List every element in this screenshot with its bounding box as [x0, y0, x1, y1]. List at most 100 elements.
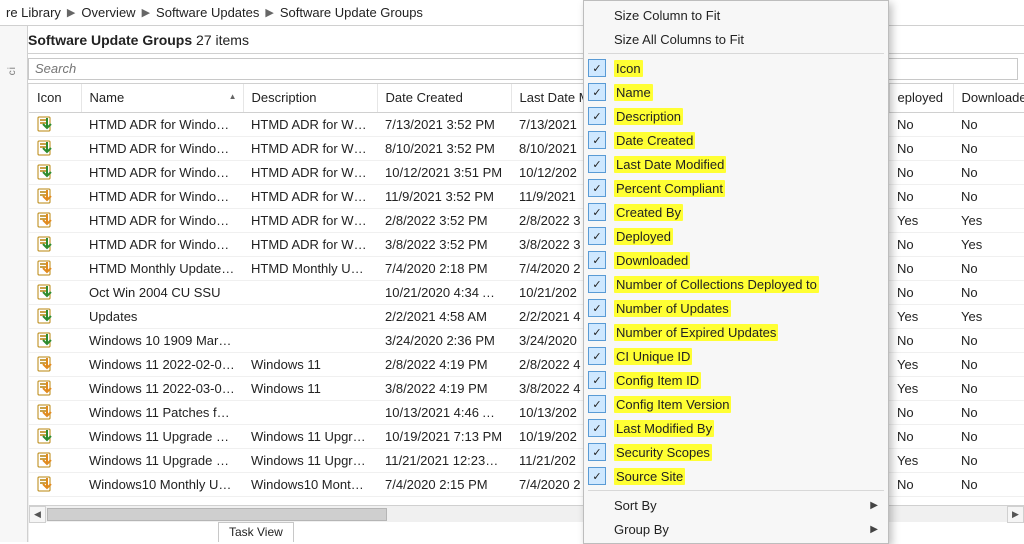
cell-description: HTMD ADR for Wi… [243, 112, 377, 136]
menu-column-toggle[interactable]: ✓Last Modified By [584, 416, 888, 440]
gutter-label: ci [7, 66, 18, 75]
menu-column-toggle[interactable]: ✓Config Item Version [584, 392, 888, 416]
check-icon: ✓ [588, 227, 606, 245]
task-view-tab[interactable]: Task View [218, 522, 294, 542]
chevron-right-icon: ▶ [142, 6, 150, 19]
cell-downloaded: No [953, 328, 1024, 352]
scroll-thumb[interactable] [47, 508, 387, 521]
check-icon: ✓ [588, 323, 606, 341]
cell-description [243, 304, 377, 328]
scroll-right-arrow-icon[interactable]: ▶ [1007, 506, 1024, 523]
cell-name: Windows10 Monthly U… [81, 472, 243, 496]
check-icon: ✓ [588, 251, 606, 269]
cell-downloaded: Yes [953, 208, 1024, 232]
cell-description: HTMD ADR for Wi… [243, 184, 377, 208]
cell-downloaded: No [953, 184, 1024, 208]
menu-column-toggle[interactable]: ✓Created By [584, 200, 888, 224]
column-context-menu: Size Column to Fit Size All Columns to F… [583, 0, 889, 544]
cell-name: Windows 11 2022-03-0… [81, 376, 243, 400]
menu-column-label: Downloaded [614, 252, 690, 269]
menu-column-toggle[interactable]: ✓Number of Updates [584, 296, 888, 320]
col-date-created[interactable]: Date Created [377, 84, 511, 112]
cell-date-created: 7/4/2020 2:15 PM [377, 472, 511, 496]
cell-downloaded: No [953, 256, 1024, 280]
update-group-icon [29, 304, 81, 328]
sort-asc-icon: ▲ [229, 92, 237, 101]
item-count: 27 items [196, 32, 249, 48]
cell-last-date: 7/13/2021 [511, 112, 589, 136]
col-description[interactable]: Description [243, 84, 377, 112]
cell-deployed: No [889, 232, 953, 256]
menu-column-toggle[interactable]: ✓Number of Collections Deployed to [584, 272, 888, 296]
col-deployed[interactable]: eployed [889, 84, 953, 112]
cell-deployed: No [889, 160, 953, 184]
cell-description: HTMD ADR for Wi… [243, 160, 377, 184]
submenu-arrow-icon: ▶ [870, 524, 878, 535]
cell-deployed: No [889, 256, 953, 280]
check-icon: ✓ [588, 443, 606, 461]
menu-column-toggle[interactable]: ✓Source Site [584, 464, 888, 488]
breadcrumb-seg[interactable]: re Library [6, 5, 61, 20]
update-group-icon [29, 112, 81, 136]
menu-group-by[interactable]: Group By ▶ [584, 517, 888, 541]
menu-column-toggle[interactable]: ✓ Downloaded [584, 248, 888, 272]
menu-column-toggle[interactable]: ✓ Deployed [584, 224, 888, 248]
cell-date-created: 2/8/2022 3:52 PM [377, 208, 511, 232]
menu-column-label: Date Created [614, 132, 695, 149]
col-downloaded[interactable]: Downloaded [953, 84, 1024, 112]
cell-last-date: 11/21/202 [511, 448, 589, 472]
menu-column-toggle[interactable]: ✓Name [584, 80, 888, 104]
menu-column-toggle[interactable]: ✓Security Scopes [584, 440, 888, 464]
breadcrumb-seg[interactable]: Software Update Groups [280, 5, 423, 20]
submenu-arrow-icon: ▶ [870, 500, 878, 511]
cell-date-created: 7/13/2021 3:52 PM [377, 112, 511, 136]
col-name[interactable]: Name▲ [81, 84, 243, 112]
scroll-left-arrow-icon[interactable]: ◀ [29, 506, 46, 523]
breadcrumb-seg[interactable]: Software Updates [156, 5, 259, 20]
check-icon: ✓ [588, 59, 606, 77]
menu-column-toggle[interactable]: ✓Number of Expired Updates [584, 320, 888, 344]
menu-column-toggle[interactable]: ✓Description [584, 104, 888, 128]
cell-name: HTMD ADR for Window… [81, 112, 243, 136]
menu-column-toggle[interactable]: ✓Icon [584, 56, 888, 80]
cell-description: Windows 11 Upgr… [243, 424, 377, 448]
update-group-icon [29, 376, 81, 400]
update-group-icon [29, 400, 81, 424]
menu-column-label: Deployed [614, 228, 673, 245]
cell-deployed: Yes [889, 208, 953, 232]
menu-column-label: Number of Collections Deployed to [614, 276, 819, 293]
menu-sort-by[interactable]: Sort By ▶ [584, 493, 888, 517]
cell-last-date: 10/21/202 [511, 280, 589, 304]
cell-deployed: No [889, 112, 953, 136]
cell-deployed: Yes [889, 304, 953, 328]
cell-description [243, 328, 377, 352]
cell-deployed: No [889, 400, 953, 424]
menu-size-all[interactable]: Size All Columns to Fit [584, 27, 888, 51]
menu-column-toggle[interactable]: ✓CI Unique ID [584, 344, 888, 368]
update-group-icon [29, 280, 81, 304]
menu-column-toggle[interactable]: ✓Last Date Modified [584, 152, 888, 176]
menu-column-label: CI Unique ID [614, 348, 692, 365]
cell-downloaded: No [953, 280, 1024, 304]
cell-description: Windows10 Mont… [243, 472, 377, 496]
cell-description: HTMD ADR for Wi… [243, 136, 377, 160]
cell-date-created: 8/10/2021 3:52 PM [377, 136, 511, 160]
cell-last-date: 3/8/2022 3 [511, 232, 589, 256]
menu-column-toggle[interactable]: ✓Date Created [584, 128, 888, 152]
menu-column-toggle[interactable]: ✓Config Item ID [584, 368, 888, 392]
col-icon[interactable]: Icon [29, 84, 81, 112]
cell-downloaded: No [953, 472, 1024, 496]
cell-name: HTMD ADR for Window… [81, 184, 243, 208]
cell-name: Windows 11 Patches for… [81, 400, 243, 424]
cell-date-created: 10/13/2021 4:46 A… [377, 400, 511, 424]
breadcrumb-seg[interactable]: Overview [81, 5, 135, 20]
col-last-date[interactable]: Last Date M [511, 84, 589, 112]
menu-column-toggle[interactable]: ✓Percent Compliant [584, 176, 888, 200]
cell-description: Windows 11 Upgr… [243, 448, 377, 472]
menu-separator [588, 490, 884, 491]
menu-size-column[interactable]: Size Column to Fit [584, 3, 888, 27]
cell-date-created: 7/4/2020 2:18 PM [377, 256, 511, 280]
cell-downloaded: No [953, 400, 1024, 424]
update-group-icon [29, 448, 81, 472]
chevron-right-icon: ▶ [265, 6, 273, 19]
